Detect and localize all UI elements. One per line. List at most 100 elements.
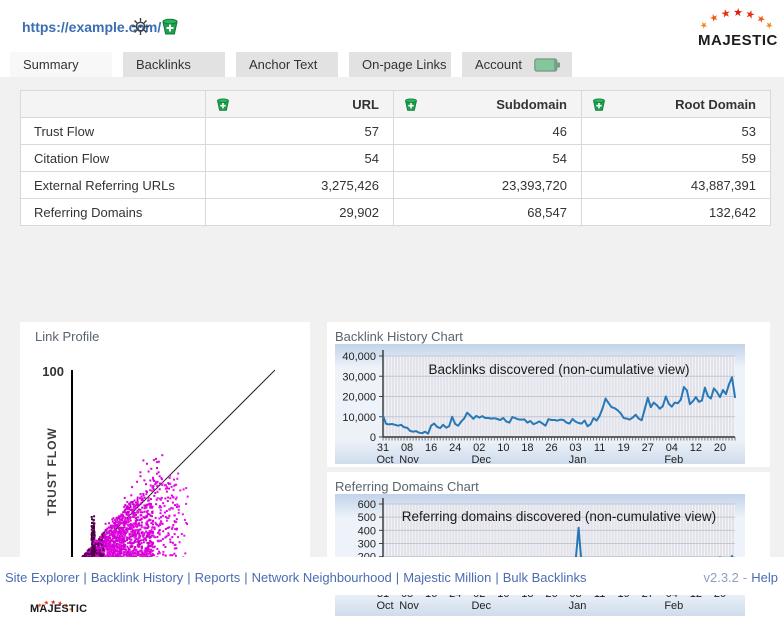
cell-value: 54 bbox=[394, 145, 582, 172]
col-label: Subdomain bbox=[496, 97, 567, 112]
svg-text:0: 0 bbox=[370, 432, 376, 444]
tab-summary[interactable]: Summary bbox=[10, 52, 112, 77]
svg-text:08: 08 bbox=[401, 442, 413, 454]
referring-domains-panel: Referring Domains Chart 0100200300400500… bbox=[327, 472, 770, 622]
cell-value: 54 bbox=[206, 145, 394, 172]
svg-text:Oct: Oct bbox=[376, 600, 393, 612]
tab-backlinks[interactable]: Backlinks bbox=[123, 52, 225, 77]
link-bulk-backlinks[interactable]: Bulk Backlinks bbox=[503, 570, 587, 585]
link-backlink-history[interactable]: Backlink History bbox=[91, 570, 183, 585]
svg-text:02: 02 bbox=[473, 442, 485, 454]
svg-text:400: 400 bbox=[358, 525, 376, 537]
dash: - bbox=[743, 570, 747, 585]
row-label: External Referring URLs bbox=[21, 172, 206, 199]
svg-text:20: 20 bbox=[714, 442, 726, 454]
cell-value: 53 bbox=[582, 118, 771, 145]
cell-value: 132,642 bbox=[582, 199, 771, 226]
star-icon: ★ bbox=[720, 8, 732, 21]
backlink-history-chart: 010,00020,00030,00040,00031Oct08Nov16240… bbox=[335, 344, 745, 464]
tab-anchor-text[interactable]: Anchor Text bbox=[236, 52, 338, 77]
top-bar: https://example.com/ ★ ★ bbox=[0, 0, 784, 52]
svg-text:300: 300 bbox=[358, 539, 376, 551]
svg-text:Jan: Jan bbox=[569, 454, 587, 464]
svg-text:19: 19 bbox=[618, 442, 630, 454]
star-icon: ★ bbox=[763, 20, 775, 32]
wheel-icon bbox=[131, 17, 150, 36]
svg-text:Nov: Nov bbox=[399, 600, 419, 612]
cell-value: 59 bbox=[582, 145, 771, 172]
col-label: Root Domain bbox=[675, 97, 756, 112]
bucket-icon[interactable] bbox=[592, 97, 606, 112]
row-label: Referring Domains bbox=[21, 199, 206, 226]
footer: Site Explorer | Backlink History | Reports | N… bbox=[0, 557, 784, 595]
star-icon: ★ bbox=[733, 8, 744, 20]
metrics-table: URL Subdomain Root Domain Trust Flow 57 … bbox=[20, 90, 771, 226]
svg-text:12: 12 bbox=[690, 442, 702, 454]
bucket-icon[interactable] bbox=[404, 97, 418, 112]
star-icon: ★ bbox=[708, 13, 720, 26]
row-label: Trust Flow bbox=[21, 118, 206, 145]
version-label: v2.3.2 bbox=[703, 570, 738, 585]
svg-text:Oct: Oct bbox=[376, 454, 393, 464]
cell-value: 46 bbox=[394, 118, 582, 145]
svg-text:Referring domains discovered (: Referring domains discovered (non-cumula… bbox=[402, 509, 716, 524]
svg-text:Dec: Dec bbox=[471, 600, 491, 612]
svg-text:31: 31 bbox=[377, 442, 389, 454]
svg-text:40,000: 40,000 bbox=[342, 351, 376, 363]
row-label: Citation Flow bbox=[21, 145, 206, 172]
col-label: URL bbox=[352, 97, 379, 112]
tab-bar: Summary Backlinks Anchor Text On-page Li… bbox=[0, 52, 784, 77]
svg-text:11: 11 bbox=[594, 442, 605, 454]
bucket-icon bbox=[161, 17, 179, 36]
svg-text:500: 500 bbox=[358, 512, 376, 524]
svg-text:03: 03 bbox=[569, 442, 581, 454]
logo-stars-arc: ★ ★ ★ ★ ★ ★ ★ bbox=[700, 8, 770, 30]
add-to-bucket-button[interactable] bbox=[160, 17, 180, 37]
logo-text: MAJESTIC bbox=[698, 32, 778, 49]
version-info: v2.3.2-Help bbox=[703, 570, 778, 585]
col-header-root-domain: Root Domain bbox=[582, 91, 771, 118]
majestic-logo: ★ ★ ★ ★ ★ ★ ★ MAJESTIC bbox=[698, 8, 772, 54]
svg-text:24: 24 bbox=[449, 442, 461, 454]
tab-on-page-links[interactable]: On-page Links bbox=[349, 52, 451, 77]
svg-text:100: 100 bbox=[42, 364, 64, 379]
link-network-neighbourhood[interactable]: Network Neighbourhood bbox=[252, 570, 392, 585]
svg-text:18: 18 bbox=[521, 442, 533, 454]
panel-title: Backlink History Chart bbox=[335, 329, 463, 344]
link-site-explorer[interactable]: Site Explorer bbox=[5, 570, 79, 585]
cell-value: 68,547 bbox=[394, 199, 582, 226]
link-majestic-million[interactable]: Majestic Million bbox=[403, 570, 491, 585]
svg-text:Feb: Feb bbox=[664, 454, 683, 464]
svg-text:Jan: Jan bbox=[569, 600, 587, 612]
separator: | bbox=[83, 570, 86, 585]
col-header-url: URL bbox=[206, 91, 394, 118]
svg-text:Feb: Feb bbox=[664, 600, 683, 612]
cell-value: 3,275,426 bbox=[206, 172, 394, 199]
settings-wheel-icon[interactable] bbox=[130, 17, 150, 37]
svg-text:10,000: 10,000 bbox=[342, 412, 376, 424]
svg-text:Backlinks discovered (non-cumu: Backlinks discovered (non-cumulative vie… bbox=[428, 362, 689, 377]
separator: | bbox=[396, 570, 399, 585]
svg-text:20,000: 20,000 bbox=[342, 392, 376, 404]
tab-label: On-page Links bbox=[362, 57, 447, 72]
svg-text:Nov: Nov bbox=[399, 454, 419, 464]
cell-value: 29,902 bbox=[206, 199, 394, 226]
tab-label: Backlinks bbox=[136, 57, 191, 72]
separator: | bbox=[495, 570, 498, 585]
link-reports[interactable]: Reports bbox=[195, 570, 241, 585]
tab-account[interactable]: Account bbox=[462, 52, 572, 77]
star-icon: ★ bbox=[698, 20, 710, 32]
summary-content: URL Subdomain Root Domain Trust Flow 57 … bbox=[0, 77, 784, 557]
referring-domains-chart: 010020030040050060031Oct08Nov162402Dec10… bbox=[335, 494, 745, 616]
svg-text:30,000: 30,000 bbox=[342, 371, 376, 383]
tab-label: Anchor Text bbox=[249, 57, 317, 72]
backlink-history-panel: Backlink History Chart 0 10,000 20,000 30,0… bbox=[327, 322, 770, 467]
footer-links: Site Explorer | Backlink History | Reports | N… bbox=[5, 570, 587, 585]
panel-title: Link Profile bbox=[35, 329, 99, 344]
col-header-blank bbox=[21, 91, 206, 118]
tab-label: Summary bbox=[23, 57, 79, 72]
bucket-icon[interactable] bbox=[216, 97, 230, 112]
cell-value: 23,393,720 bbox=[394, 172, 582, 199]
help-link[interactable]: Help bbox=[751, 570, 778, 585]
battery-icon bbox=[534, 58, 561, 72]
